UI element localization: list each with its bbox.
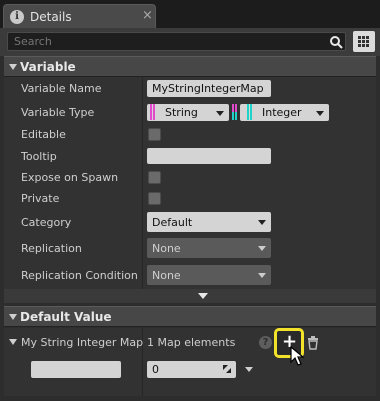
variable-name-label: Variable Name (21, 82, 102, 95)
map-key-field[interactable] (31, 361, 121, 378)
expand-arrow-icon (198, 293, 208, 299)
variable-name-field[interactable]: MyStringIntegerMap (147, 80, 271, 97)
replication-condition-value: None (152, 269, 181, 282)
chevron-down-icon (258, 246, 266, 251)
mouse-cursor-icon (290, 346, 305, 366)
map-value-field[interactable]: 0 (147, 361, 236, 378)
category-dropdown[interactable]: Default (147, 212, 271, 232)
value-type-value: Integer (262, 106, 302, 119)
details-tab[interactable]: i Details × (3, 4, 156, 28)
tooltip-label: Tooltip (21, 150, 57, 163)
expand-map-arrow-icon[interactable] (9, 339, 17, 345)
grid-icon (358, 36, 369, 47)
spin-arrows-icon[interactable] (222, 364, 232, 374)
key-type-value: String (165, 106, 198, 119)
close-tab-button[interactable]: × (142, 9, 153, 23)
chevron-down-icon (258, 220, 266, 225)
property-matrix-button[interactable] (353, 31, 375, 52)
section-title: Variable (20, 60, 76, 74)
value-type-dropdown[interactable]: Integer (240, 104, 329, 121)
replication-label: Replication (21, 242, 82, 255)
integer-pin-icon (247, 104, 252, 120)
trash-icon[interactable] (307, 336, 319, 350)
replication-value: None (152, 242, 181, 255)
map-element-count: 1 Map elements (147, 336, 236, 349)
collapse-arrow-icon (9, 64, 17, 70)
column-divider[interactable] (142, 77, 143, 289)
chevron-down-icon (316, 111, 324, 116)
default-value-section-header[interactable]: Default Value (4, 306, 376, 327)
search-icon[interactable] (329, 35, 343, 49)
map-value-pin-icon (232, 112, 237, 120)
string-pin-icon (150, 104, 155, 120)
collapse-arrow-icon (9, 314, 17, 320)
tooltip-field[interactable] (147, 148, 271, 164)
replication-condition-dropdown[interactable]: None (147, 265, 271, 285)
help-icon[interactable]: ? (259, 336, 272, 349)
category-label: Category (21, 216, 72, 229)
private-checkbox[interactable] (148, 192, 161, 205)
map-key-pin-icon (232, 104, 237, 112)
chevron-down-icon (216, 111, 224, 116)
map-value: 0 (152, 363, 159, 376)
info-icon: i (10, 10, 24, 24)
element-options-chevron-icon[interactable] (245, 367, 253, 372)
key-type-dropdown[interactable]: String (147, 104, 229, 121)
tab-title: Details (30, 10, 72, 24)
advanced-expander[interactable] (4, 289, 376, 303)
private-label: Private (21, 192, 60, 205)
replication-dropdown[interactable]: None (147, 238, 271, 258)
category-value: Default (152, 216, 193, 229)
section-title: Default Value (20, 310, 112, 324)
expose-on-spawn-label: Expose on Spawn (21, 171, 119, 184)
replication-condition-label: Replication Condition (21, 269, 138, 282)
editable-label: Editable (21, 128, 66, 141)
chevron-down-icon (258, 273, 266, 278)
map-label: My String Integer Map (21, 336, 144, 349)
variable-type-label: Variable Type (21, 106, 95, 119)
search-input[interactable] (7, 32, 346, 51)
editable-checkbox[interactable] (148, 128, 161, 141)
expose-on-spawn-checkbox[interactable] (148, 171, 161, 184)
variable-section-header[interactable]: Variable (4, 56, 376, 77)
